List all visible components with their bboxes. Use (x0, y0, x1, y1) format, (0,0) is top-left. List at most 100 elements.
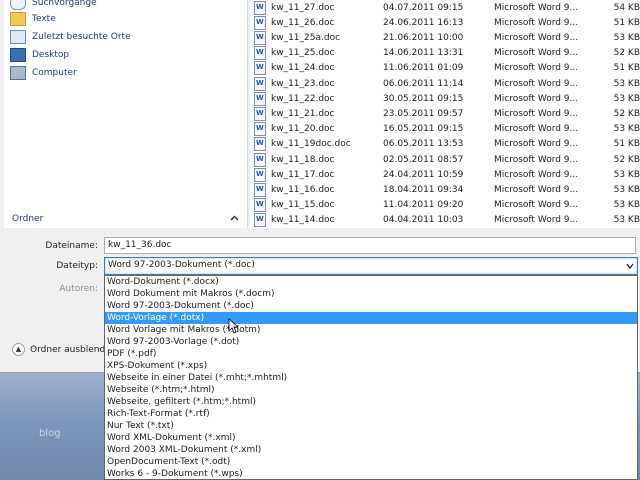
file-date: 16.05.2011 09:15 (383, 124, 464, 135)
folder-tree-toggle[interactable]: Ordner (4, 210, 247, 228)
file-type: Microsoft Word 9... (494, 184, 579, 195)
hide-folders-label: Ordner ausblende (30, 344, 111, 355)
filetype-option[interactable]: Word Dokument mit Makros (*.docm) (105, 288, 637, 300)
file-size: 53 KB (613, 184, 640, 195)
filetype-option[interactable]: Rich-Text-Format (*.rtf) (105, 408, 637, 420)
file-date: 11.06.2011 01:09 (383, 63, 464, 74)
filetype-option[interactable]: Works 6 - 9-Dokument (*.wps) (105, 468, 637, 479)
file-type: Microsoft Word 9... (494, 169, 579, 180)
file-row[interactable]: kw_11_25.doc 14.06.2011 13:31 Microsoft Wo… (254, 46, 640, 61)
nav-item-desktop[interactable]: Desktop (10, 48, 69, 62)
file-name: kw_11_22.doc (271, 93, 335, 104)
filename-label: Dateiname: (45, 241, 98, 251)
file-type: Microsoft Word 9... (494, 215, 579, 226)
file-name: kw_11_14.doc (271, 215, 335, 226)
mouse-cursor-icon (228, 318, 238, 334)
file-name: kw_11_23.doc (271, 78, 335, 89)
file-size: 52 KB (613, 48, 640, 59)
word-doc-icon (254, 182, 266, 197)
file-name: kw_11_17.doc (271, 169, 335, 180)
file-row[interactable]: kw_11_15.doc 11.04.2011 09:20 Microsoft Wo… (254, 198, 640, 213)
file-row[interactable]: kw_11_27.doc 04.07.2011 09:15 Microsoft Wo… (254, 0, 640, 15)
filetype-option[interactable]: XPS-Dokument (*.xps) (105, 360, 637, 372)
recent-places-icon (10, 30, 26, 44)
filetype-option[interactable]: Word 2003 XML-Dokument (*.xml) (105, 444, 637, 456)
word-doc-icon (254, 106, 266, 121)
nav-item-searches[interactable]: Suchvorgänge (10, 0, 97, 10)
file-date: 02.05.2011 08:57 (383, 154, 464, 165)
file-name: kw_11_19doc.doc (271, 139, 351, 150)
file-size: 53 KB (613, 215, 640, 226)
file-row[interactable]: kw_11_18.doc 02.05.2011 08:57 Microsoft Wo… (254, 152, 640, 167)
hide-folders-button[interactable]: ▲ Ordner ausblende (12, 343, 111, 356)
file-date: 11.04.2011 09:20 (383, 200, 464, 211)
file-size: 53 KB (613, 200, 640, 211)
chevron-down-icon[interactable] (625, 260, 635, 272)
filetype-option[interactable]: Webseite, gefiltert (*.htm;*.html) (105, 396, 637, 408)
filetype-option[interactable]: Nur Text (*.txt) (105, 420, 637, 432)
file-row[interactable]: kw_11_20.doc 16.05.2011 09:15 Microsoft Wo… (254, 122, 640, 137)
word-doc-icon (254, 46, 266, 61)
filetype-option[interactable]: Webseite (*.htm;*.html) (105, 384, 637, 396)
navigation-pane: Suchvorgänge Texte Zuletzt besuchte Orte… (4, 0, 248, 228)
filename-input[interactable]: kw_11_36.doc (104, 237, 636, 254)
nav-item-label: Desktop (32, 50, 70, 60)
file-name: kw_11_15.doc (271, 200, 335, 211)
computer-icon (10, 66, 26, 80)
file-name: kw_11_20.doc (271, 124, 335, 135)
file-type: Microsoft Word 9... (494, 200, 579, 211)
file-row[interactable]: kw_11_26.doc 24.06.2011 16:13 Microsoft Wo… (254, 15, 640, 30)
filetype-select[interactable]: Word 97-2003-Dokument (*.doc) (104, 257, 638, 275)
file-size: 51 KB (613, 63, 640, 74)
filetype-option[interactable]: OpenDocument-Text (*.odt) (105, 456, 637, 468)
file-date: 18.04.2011 09:34 (383, 184, 464, 195)
nav-item-recent-places[interactable]: Zuletzt besuchte Orte (10, 30, 131, 44)
word-doc-icon (254, 15, 266, 30)
file-name: kw_11_24.doc (271, 63, 335, 74)
nav-item-label: Zuletzt besuchte Orte (32, 32, 131, 42)
word-doc-icon (254, 167, 266, 182)
file-row[interactable]: kw_11_14.doc 04.04.2011 10:03 Microsoft Wo… (254, 213, 640, 228)
file-size: 53 KB (613, 124, 640, 135)
file-date: 04.04.2011 10:03 (383, 215, 464, 226)
word-doc-icon (254, 122, 266, 137)
file-row[interactable]: kw_11_16.doc 18.04.2011 09:34 Microsoft Wo… (254, 182, 640, 197)
file-row[interactable]: kw_11_25a.doc 21.06.2011 10:00 Microsoft W… (254, 30, 640, 45)
file-row[interactable]: kw_11_23.doc 06.06.2011 11:14 Microsoft Wo… (254, 76, 640, 91)
nav-item-computer[interactable]: Computer (10, 66, 77, 80)
word-doc-icon (254, 91, 266, 106)
folder-icon (10, 12, 26, 26)
file-row[interactable]: kw_11_19doc.doc 06.05.2011 13:53 Microsoft… (254, 137, 640, 152)
folder-label: Ordner (12, 214, 44, 224)
file-row[interactable]: kw_11_24.doc 11.06.2011 01:09 Microsoft Wo… (254, 61, 640, 76)
filetype-option[interactable]: Word XML-Dokument (*.xml) (105, 432, 637, 444)
file-row[interactable]: kw_11_21.doc 23.05.2011 09:57 Microsoft Wo… (254, 106, 640, 121)
file-date: 04.07.2011 09:15 (383, 2, 464, 13)
filetype-option[interactable]: PDF (*.pdf) (105, 348, 637, 360)
filetype-option[interactable]: Word-Vorlage (*.dotx) (105, 312, 637, 324)
word-doc-icon (254, 152, 266, 167)
file-row[interactable]: kw_11_22.doc 30.05.2011 09:15 Microsoft Wo… (254, 91, 640, 106)
filetype-option[interactable]: Word 97-2003-Dokument (*.doc) (105, 300, 637, 312)
nav-item-label: Suchvorgänge (32, 0, 97, 8)
file-date: 14.06.2011 13:31 (383, 48, 464, 59)
desktop-icon (10, 48, 26, 62)
file-date: 24.04.2011 10:59 (383, 169, 464, 180)
filetype-option[interactable]: Word Vorlage mit Makros (*.dotm) (105, 324, 637, 336)
filetype-option[interactable]: Word-Dokument (*.docx) (105, 276, 637, 288)
word-doc-icon (254, 30, 266, 45)
file-size: 52 KB (613, 154, 640, 165)
file-row[interactable]: kw_11_17.doc 24.04.2011 10:59 Microsoft Wo… (254, 167, 640, 182)
filetype-option[interactable]: Webseite in einer Datei (*.mht;*.mhtml) (105, 372, 637, 384)
search-folder-icon (10, 0, 26, 10)
file-size: 53 KB (613, 169, 640, 180)
nav-item-label: Computer (32, 68, 77, 78)
authors-label: Autoren: (59, 284, 98, 294)
nav-item-texte[interactable]: Texte (10, 12, 56, 26)
filetype-selected-value: Word 97-2003-Dokument (*.doc) (108, 260, 255, 270)
file-name: kw_11_18.doc (271, 154, 335, 165)
file-type: Microsoft Word 9... (494, 2, 579, 13)
file-size: 52 KB (613, 108, 640, 119)
file-name: kw_11_21.doc (271, 108, 335, 119)
filetype-option[interactable]: Word 97-2003-Vorlage (*.dot) (105, 336, 637, 348)
